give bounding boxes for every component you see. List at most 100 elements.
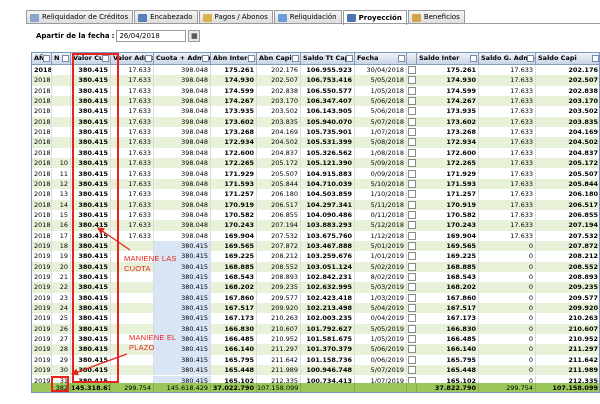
row-checkbox[interactable] [408, 262, 416, 271]
row-checkbox[interactable] [408, 345, 416, 354]
column-header[interactable]: Saldo Inter [417, 53, 479, 65]
row-checkbox[interactable] [408, 241, 416, 250]
column-header[interactable]: Cuota + Admon [154, 53, 211, 65]
column-header[interactable] [407, 53, 417, 65]
column-header[interactable]: Saldo Capi [536, 53, 599, 65]
column-header[interactable]: AÑ [32, 53, 52, 65]
column-header[interactable]: Saldo Tt Capi [301, 53, 355, 65]
filter-dropdown-icon[interactable] [43, 55, 50, 62]
table-cell: 17.633 [479, 85, 536, 97]
column-header[interactable]: Fecha [355, 53, 407, 65]
row-checkbox[interactable] [408, 66, 416, 74]
date-input[interactable]: 26/04/2018 [116, 30, 187, 42]
date-filter-colon: : [111, 32, 115, 40]
table-cell: 210.263 [536, 313, 599, 323]
table-cell: 2019 [34, 344, 52, 355]
table-cell: 27 [52, 334, 71, 345]
row-checkbox[interactable] [408, 97, 416, 106]
date-filter: Apartir de la fecha : 26/04/2018 ▦ [36, 29, 201, 43]
tab-2[interactable]: Pagos / Abonos [198, 10, 273, 24]
total-cell: 299.754 [479, 383, 536, 392]
filter-dropdown-icon[interactable] [62, 55, 69, 62]
row-checkbox[interactable] [408, 273, 416, 281]
table-cell [52, 85, 71, 97]
filter-dropdown-icon[interactable] [398, 55, 405, 62]
table-cell: 0 [479, 334, 536, 345]
row-checkbox[interactable] [408, 138, 416, 147]
row-checkbox[interactable] [408, 200, 416, 209]
table-cell: 170.243 [211, 220, 257, 231]
tab-5[interactable]: Beneficios [407, 10, 465, 24]
row-checkbox[interactable] [408, 159, 416, 168]
table-cell: 209.235 [257, 282, 301, 293]
tab-0[interactable]: Reliquidador de Créditos [26, 10, 134, 24]
table-cell: 204.837 [257, 147, 301, 159]
filter-dropdown-icon[interactable] [248, 55, 255, 62]
table-cell: 17.633 [479, 189, 536, 200]
row-checkbox[interactable] [408, 314, 416, 323]
table-cell: 2018 [34, 75, 52, 86]
filter-dropdown-icon[interactable] [592, 55, 599, 62]
filter-dropdown-icon[interactable] [527, 55, 534, 62]
column-header[interactable]: Abn Interes [211, 53, 257, 65]
row-checkbox[interactable] [408, 210, 416, 219]
row-checkbox[interactable] [408, 293, 416, 302]
filter-dropdown-icon[interactable] [346, 55, 353, 62]
row-checkbox[interactable] [408, 128, 416, 137]
column-header-label: Abn Capit [259, 54, 295, 62]
row-checkbox[interactable] [408, 304, 416, 313]
row-checkbox[interactable] [408, 252, 416, 261]
highlight-plazo-total [51, 376, 69, 392]
filter-dropdown-icon[interactable] [292, 55, 299, 62]
table-cell: 102.213.498 [301, 303, 355, 314]
table-cell: 0/09/2018 [355, 168, 407, 179]
table-cell: 0/11/2018 [355, 209, 407, 221]
table-cell: 207.194 [257, 220, 301, 231]
table-cell: 398.048 [154, 65, 211, 76]
row-checkbox[interactable] [408, 86, 416, 95]
total-cell: 145.318.675 [71, 383, 111, 392]
row-checkbox[interactable] [408, 107, 416, 116]
row-checkbox[interactable] [408, 179, 416, 188]
table-cell: 101.792.627 [301, 323, 355, 335]
tab-3[interactable]: Reliquidación [273, 10, 342, 24]
table-cell: 211.297 [536, 344, 599, 354]
column-header[interactable]: Saldo G. Admo [479, 53, 536, 65]
filter-dropdown-icon[interactable] [145, 55, 152, 62]
column-header[interactable]: Abn Capit [257, 53, 301, 65]
row-checkbox[interactable] [408, 335, 416, 344]
row-checkbox[interactable] [408, 283, 416, 292]
row-checkbox[interactable] [408, 169, 416, 178]
table-cell: 380.415 [154, 282, 211, 293]
row-checkbox[interactable] [408, 117, 416, 126]
tab-icon [30, 13, 39, 22]
row-checkbox[interactable] [408, 324, 416, 333]
table-cell: 2019 [34, 313, 52, 324]
table-cell: 0 [479, 272, 536, 283]
table-cell: 165.448 [417, 365, 479, 376]
row-checkbox[interactable] [408, 76, 416, 85]
table-cell: 104.503.859 [301, 189, 355, 200]
row-checkbox[interactable] [408, 355, 416, 364]
filter-dropdown-icon[interactable] [470, 55, 477, 62]
column-header[interactable]: N [52, 53, 71, 65]
row-checkbox[interactable] [408, 366, 416, 375]
table-cell: 0 [479, 261, 536, 272]
table-cell: 100.946.748 [301, 365, 355, 376]
table-cell: 398.048 [154, 220, 211, 231]
row-checkbox[interactable] [408, 148, 416, 157]
tab-1[interactable]: Encabezado [134, 10, 198, 24]
table-cell: 398.048 [154, 75, 211, 86]
table-cell: 398.048 [154, 137, 211, 148]
filter-dropdown-icon[interactable] [202, 55, 209, 62]
row-checkbox[interactable] [408, 231, 416, 240]
row-checkbox[interactable] [408, 221, 416, 230]
calendar-button[interactable]: ▦ [188, 30, 201, 42]
table-cell: 104.090.486 [301, 209, 355, 221]
table-cell: 104.915.883 [301, 168, 355, 179]
table-cell: 202.507 [536, 75, 599, 85]
table-cell: 204.502 [536, 137, 599, 147]
table-cell: 106.955.923 [301, 65, 355, 76]
row-checkbox[interactable] [408, 190, 416, 199]
table-cell: 101.158.736 [301, 354, 355, 366]
